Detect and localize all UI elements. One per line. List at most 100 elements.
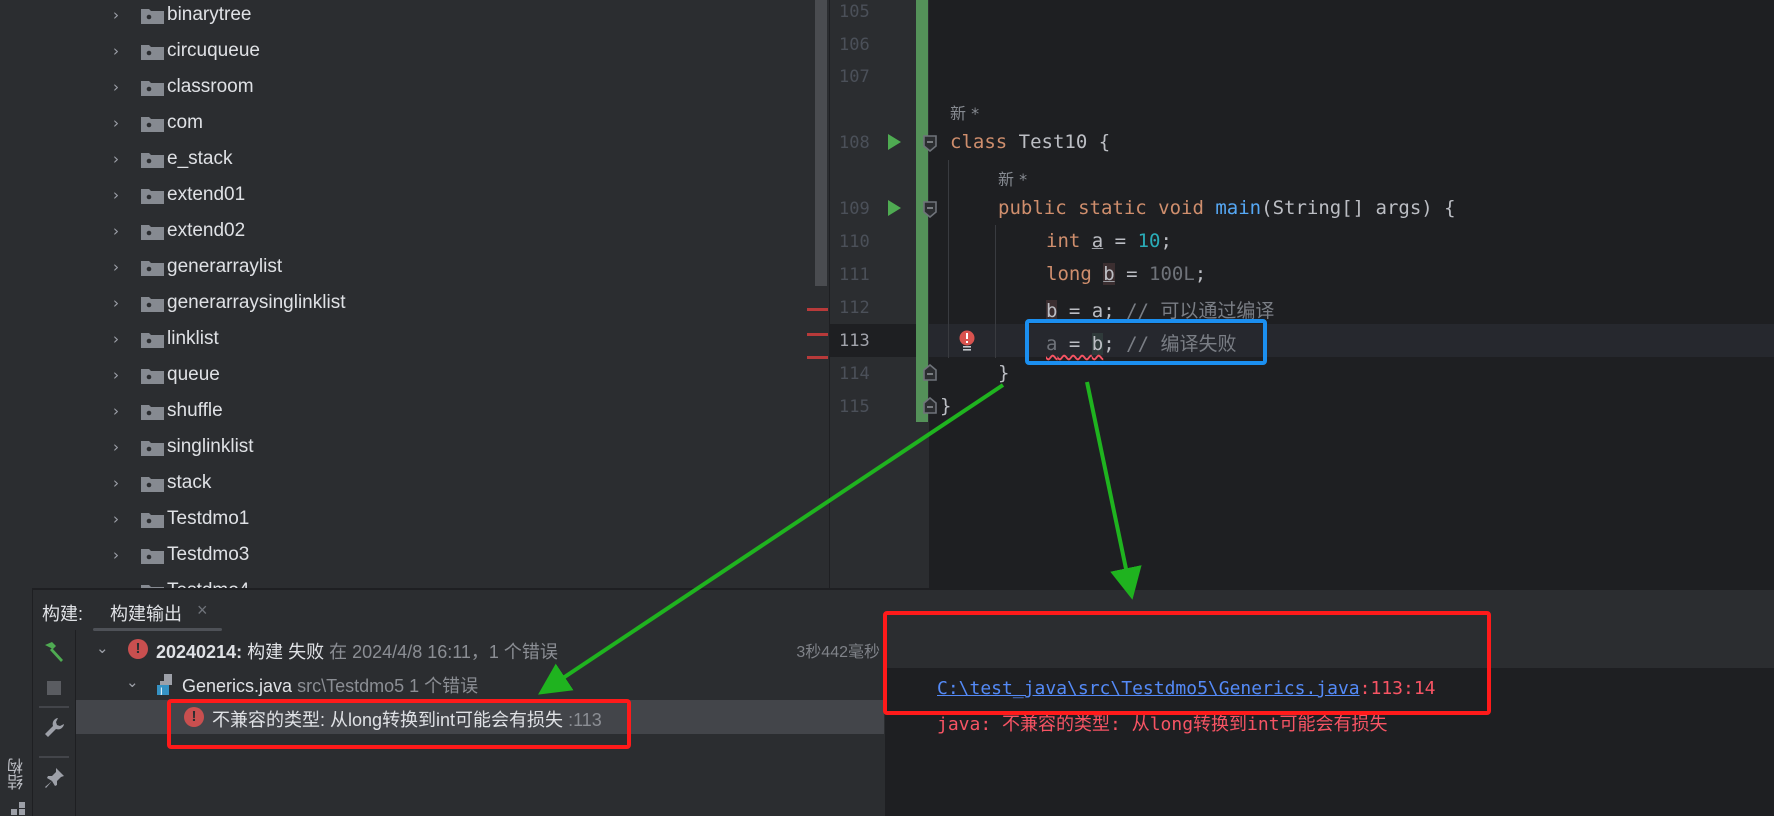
close-tab-icon[interactable]: × bbox=[197, 600, 208, 621]
structure-icon[interactable] bbox=[10, 802, 26, 816]
package-folder-icon bbox=[141, 117, 164, 132]
build-detail: 在 2024/4/8 16:11，1 个错误 bbox=[329, 642, 558, 662]
tree-scrollbar[interactable] bbox=[815, 0, 827, 286]
line-number: 112 bbox=[839, 298, 870, 318]
number-literal: 100L bbox=[1149, 263, 1195, 285]
project-tree: › binarytree › circuqueue › classroom › com › e_s… bbox=[0, 0, 830, 588]
tree-item[interactable]: › com bbox=[33, 105, 813, 141]
hammer-icon[interactable] bbox=[42, 640, 66, 664]
toolbar-separator bbox=[39, 706, 69, 708]
tree-item[interactable]: › extend01 bbox=[33, 177, 813, 213]
tree-item-label: stack bbox=[167, 472, 212, 493]
tree-item[interactable]: › circuqueue bbox=[33, 33, 813, 69]
tree-item[interactable]: › classroom bbox=[33, 69, 813, 105]
run-icon[interactable] bbox=[888, 200, 901, 216]
tree-item-label: shuffle bbox=[167, 400, 223, 421]
package-folder-icon bbox=[141, 549, 164, 564]
wrench-icon[interactable] bbox=[42, 716, 66, 740]
package-folder-icon bbox=[141, 333, 164, 348]
tree-item-label: Testdmo1 bbox=[167, 508, 250, 529]
pin-icon[interactable] bbox=[42, 766, 66, 790]
structure-tool-tab[interactable]: 结构 bbox=[6, 758, 30, 790]
tree-item-label: Testdmo3 bbox=[167, 544, 250, 565]
unfold-end-icon[interactable] bbox=[922, 364, 938, 382]
chevron-right-icon[interactable]: › bbox=[113, 224, 127, 239]
build-status: 构建 失败 bbox=[247, 642, 325, 662]
unfold-end-icon[interactable] bbox=[922, 397, 938, 415]
chevron-right-icon[interactable]: › bbox=[113, 440, 127, 455]
author-hint[interactable]: 新 * bbox=[998, 166, 1027, 190]
chevron-right-icon[interactable]: › bbox=[113, 296, 127, 311]
code-line-111: long b = 100L; bbox=[1046, 263, 1206, 285]
keyword: class bbox=[950, 131, 1008, 153]
tree-item-label: singlinklist bbox=[167, 436, 254, 457]
tree-item-label: generarraysinglinklist bbox=[167, 292, 346, 313]
code-text: = bbox=[1103, 230, 1138, 252]
line-number: 115 bbox=[839, 397, 870, 417]
package-folder-icon bbox=[141, 369, 164, 384]
build-root-label: 20240214: 构建 失败 在 2024/4/8 16:11，1 个错误 bbox=[156, 638, 558, 664]
line-number: 110 bbox=[839, 232, 870, 252]
chevron-right-icon[interactable]: › bbox=[113, 332, 127, 347]
chevron-right-icon[interactable]: › bbox=[113, 116, 127, 131]
package-folder-icon bbox=[141, 297, 164, 312]
tree-item-label: circuqueue bbox=[167, 40, 260, 61]
chevron-down-icon[interactable]: ⌄ bbox=[126, 673, 139, 691]
method-name: main bbox=[1215, 197, 1262, 219]
chevron-right-icon[interactable]: › bbox=[113, 404, 127, 419]
chevron-down-icon[interactable]: ⌄ bbox=[96, 639, 109, 657]
chevron-right-icon[interactable]: › bbox=[113, 152, 127, 167]
stop-icon[interactable] bbox=[42, 676, 66, 700]
fold-icon[interactable] bbox=[922, 134, 938, 152]
build-root-row[interactable]: ⌄ ! 20240214: 构建 失败 在 2024/4/8 16:11，1 个… bbox=[76, 632, 884, 666]
code-line-114: } bbox=[998, 362, 1010, 384]
tree-item[interactable]: › Testdmo1 bbox=[33, 501, 813, 537]
tree-item[interactable]: › e_stack bbox=[33, 141, 813, 177]
tree-item[interactable]: › generarraylist bbox=[33, 249, 813, 285]
tree-item[interactable]: › queue bbox=[33, 357, 813, 393]
run-icon[interactable] bbox=[888, 134, 901, 150]
tab-build-output[interactable]: 构建输出 × bbox=[110, 590, 220, 630]
chevron-right-icon[interactable]: › bbox=[113, 8, 127, 23]
author-hint[interactable]: 新 * bbox=[950, 100, 979, 124]
fold-icon[interactable] bbox=[922, 200, 938, 218]
tree-item[interactable]: › generarraysinglinklist bbox=[33, 285, 813, 321]
annotation-highlight-build-error bbox=[167, 699, 631, 749]
package-folder-icon bbox=[141, 261, 164, 276]
error-stripe-mark[interactable] bbox=[807, 308, 828, 311]
keyword: int bbox=[1046, 230, 1081, 252]
package-folder-icon bbox=[141, 477, 164, 492]
tree-item[interactable]: › binarytree bbox=[33, 0, 813, 33]
line-number: 113 bbox=[839, 331, 870, 351]
chevron-right-icon[interactable]: › bbox=[113, 512, 127, 527]
chevron-right-icon[interactable]: › bbox=[113, 476, 127, 491]
error-stripe-mark[interactable] bbox=[807, 356, 828, 359]
tree-item[interactable]: › shuffle bbox=[33, 393, 813, 429]
chevron-right-icon[interactable]: › bbox=[113, 368, 127, 383]
tree-item-label: linklist bbox=[167, 328, 219, 349]
build-title: 构建: bbox=[42, 604, 84, 624]
chevron-right-icon[interactable]: › bbox=[113, 80, 127, 95]
error-lightbulb-icon[interactable] bbox=[959, 330, 975, 352]
annotation-highlight-console bbox=[883, 611, 1491, 715]
tab-label: 构建输出 bbox=[110, 604, 182, 624]
svg-text:J: J bbox=[159, 687, 163, 695]
chevron-right-icon[interactable]: › bbox=[113, 44, 127, 59]
error-stripe-mark[interactable] bbox=[807, 333, 828, 336]
tree-item[interactable]: › linklist bbox=[33, 321, 813, 357]
build-file-row[interactable]: ⌄ J Generics.java src\Testdmo5 1 个错误 bbox=[76, 666, 884, 700]
code-editor[interactable]: 105 106 107 108 109 110 111 112 113 114 … bbox=[829, 0, 1774, 588]
code-text: Test10 { bbox=[1007, 131, 1111, 153]
tree-item[interactable]: › extend02 bbox=[33, 213, 813, 249]
file-path: src\Testdmo5 1 个错误 bbox=[297, 676, 479, 696]
chevron-right-icon[interactable]: › bbox=[113, 260, 127, 275]
line-number: 114 bbox=[839, 364, 870, 384]
tree-item[interactable]: › stack bbox=[33, 465, 813, 501]
chevron-right-icon[interactable]: › bbox=[113, 188, 127, 203]
tree-item[interactable]: › Testdmo3 bbox=[33, 537, 813, 573]
variable: a bbox=[1091, 230, 1104, 252]
tree-item[interactable]: › singlinklist bbox=[33, 429, 813, 465]
tree-item[interactable]: ›Testdmo4 bbox=[33, 573, 813, 588]
code-text: = bbox=[1114, 263, 1149, 285]
chevron-right-icon[interactable]: › bbox=[113, 548, 127, 563]
